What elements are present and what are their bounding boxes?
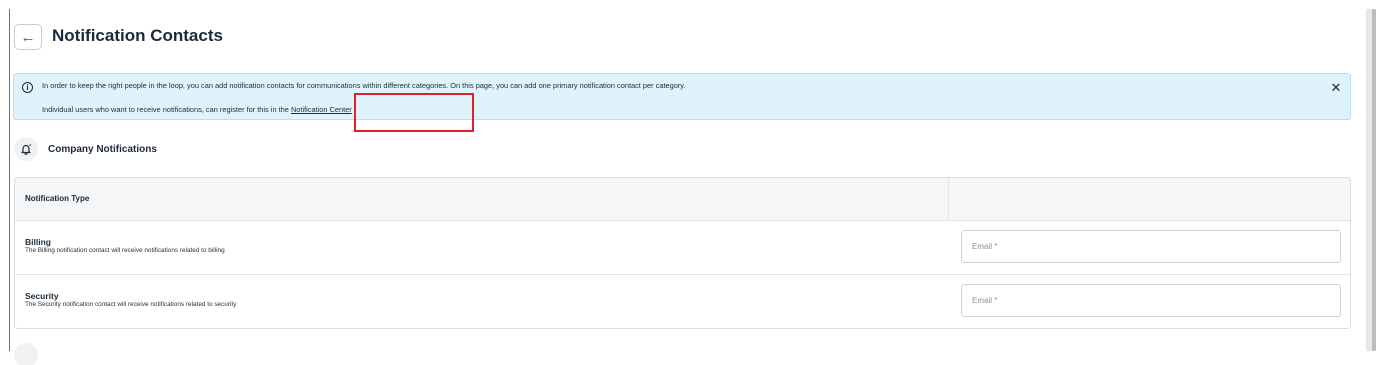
column-header-notification-type: Notification Type <box>25 194 90 203</box>
banner-text-prefix: Individual users who want to receive not… <box>42 105 291 114</box>
back-button[interactable]: ← <box>14 24 42 50</box>
table-row-billing: Billing The Billing notification contact… <box>15 221 1350 275</box>
section-title: Company Notifications <box>48 143 157 155</box>
bell-icon-glyph <box>21 144 32 155</box>
info-banner: i In order to keep the right people in t… <box>13 73 1351 120</box>
info-icon: i <box>22 82 33 93</box>
billing-email-field[interactable] <box>961 230 1341 263</box>
banner-text-secondary: Individual users who want to receive not… <box>42 105 352 114</box>
scrollbar-thumb[interactable] <box>1372 9 1376 351</box>
notification-contacts-page: ← Notification Contacts i In order to ke… <box>0 0 1387 365</box>
table-header: Notification Type <box>15 178 1350 221</box>
scrollbar[interactable] <box>1366 9 1376 351</box>
left-divider <box>9 9 10 351</box>
row-title: Billing <box>25 237 51 247</box>
section-header: Company Notifications <box>14 134 157 164</box>
close-icon[interactable]: ✕ <box>1330 81 1342 94</box>
bell-icon <box>14 137 38 161</box>
next-section-icon <box>14 343 38 365</box>
row-title: Security <box>25 291 59 301</box>
row-description: The Security notification contact will r… <box>25 301 237 308</box>
arrow-left-icon: ← <box>20 28 36 46</box>
row-description: The Billing notification contact will re… <box>25 247 225 254</box>
notification-center-link[interactable]: Notification Center <box>291 105 352 114</box>
column-divider <box>948 178 949 221</box>
notification-table: Notification Type Billing The Billing no… <box>14 177 1351 329</box>
security-email-field[interactable] <box>961 284 1341 317</box>
table-row-security: Security The Security notification conta… <box>15 275 1350 328</box>
banner-text: In order to keep the right people in the… <box>42 81 686 90</box>
page-title: Notification Contacts <box>52 26 223 45</box>
